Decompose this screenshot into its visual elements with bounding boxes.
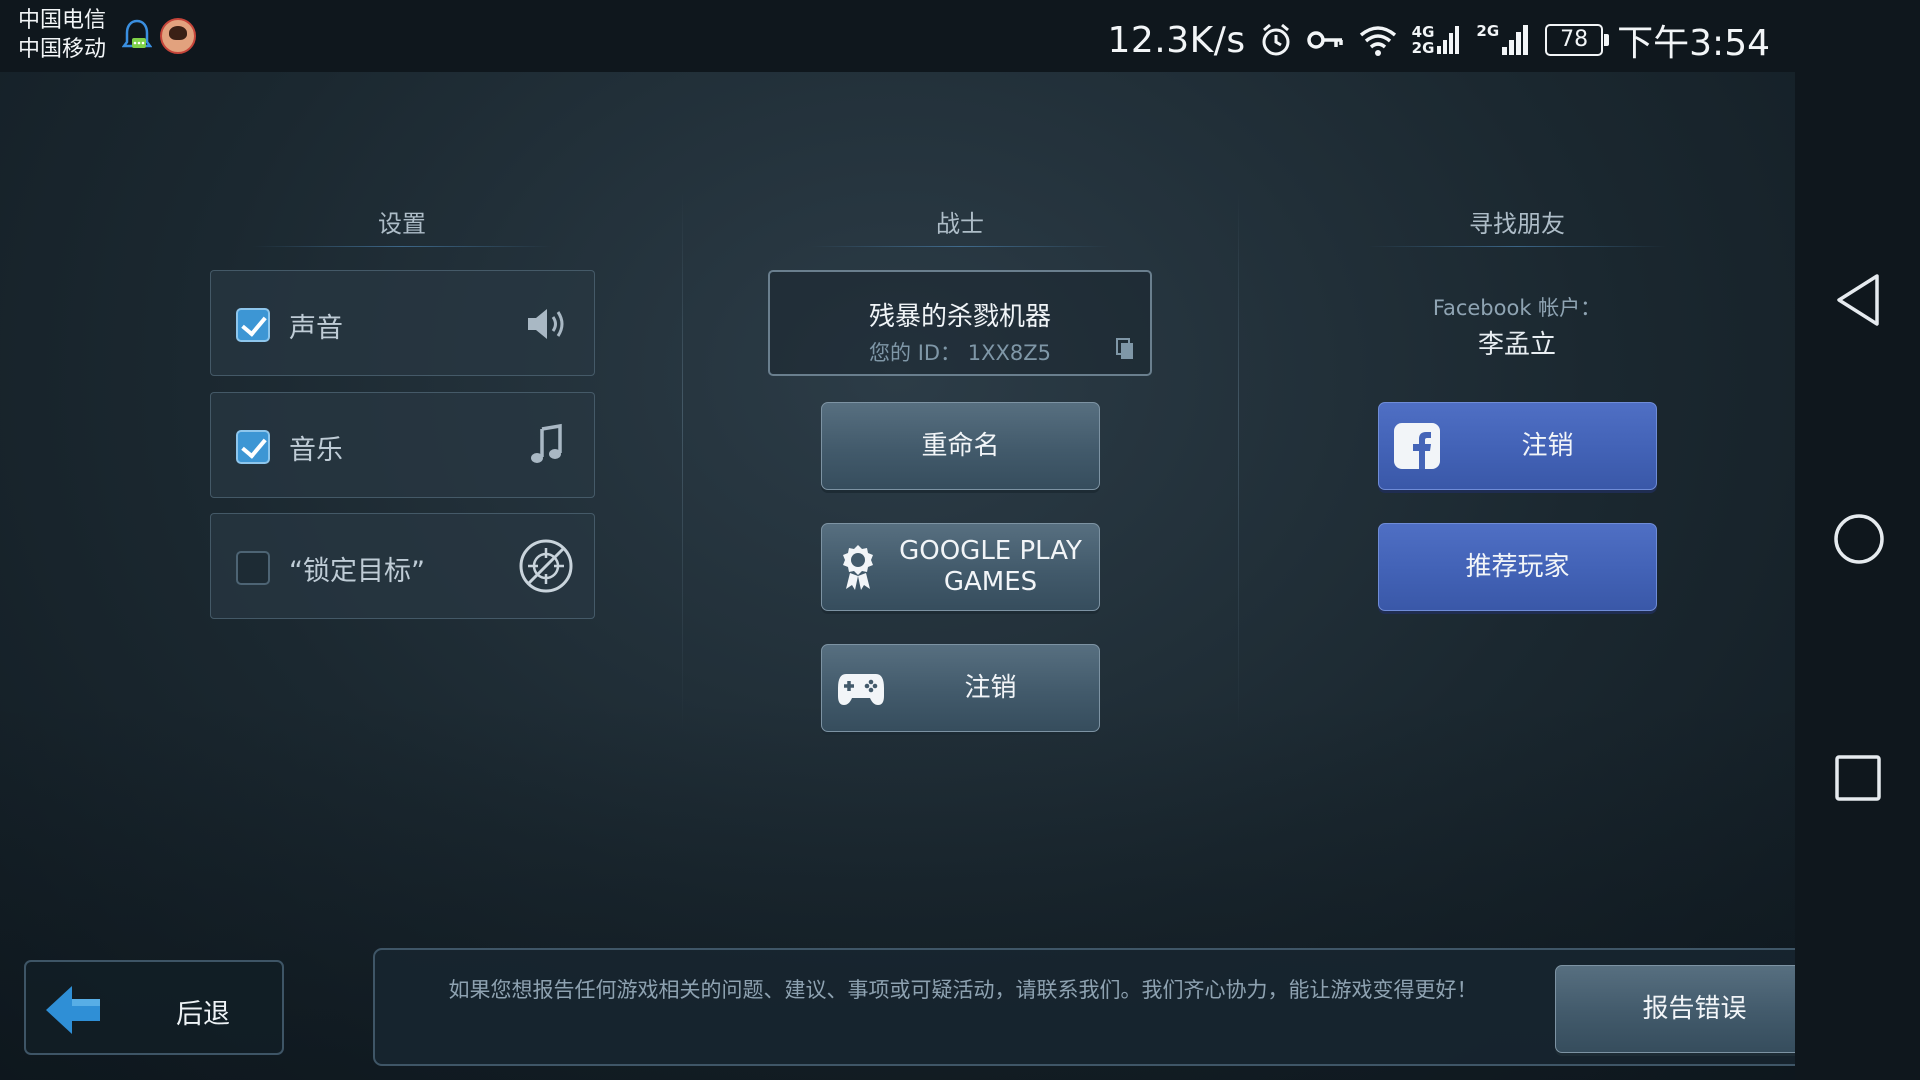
column-divider [682,192,683,732]
music-checkbox[interactable] [236,430,270,464]
player-name-box[interactable]: 残暴的杀戮机器 您的 ID： 1XX8Z5 [768,270,1152,376]
back-button[interactable]: 后退 [24,960,284,1055]
report-description: 如果您想报告任何游戏相关的问题、建议、事项或可疑活动，请联系我们。我们齐心协力，… [448,978,1478,1002]
facebook-logout-button[interactable]: 注销 [1378,402,1657,490]
settings-row-target-lock[interactable]: “锁定目标” [210,513,595,619]
settings-row-music[interactable]: 音乐 [210,392,595,498]
nav-back-icon[interactable] [1833,272,1883,328]
settings-row-sound[interactable]: 声音 [210,270,595,376]
battery-indicator: 78 [1545,24,1610,56]
facebook-account-label: Facebook 帐户： [1432,296,1602,320]
sound-checkbox[interactable] [236,308,270,342]
warrior-title: 战士 [860,204,1060,239]
google-play-line-1: GOOGLE PLAY [899,536,1082,566]
recommend-players-label: 推荐玩家 [1465,551,1570,582]
facebook-icon [1394,423,1440,469]
sound-label: 声音 [289,313,343,344]
column-divider [1238,192,1239,732]
target-lock-label: “锁定目标” [289,556,425,587]
google-play-games-button[interactable]: GOOGLE PLAY GAMES [821,523,1100,611]
vpn-key-icon [1306,31,1343,49]
back-arrow-icon [46,986,100,1034]
target-lock-checkbox[interactable] [236,551,270,585]
facebook-logout-label: 注销 [1521,430,1574,461]
back-label: 后退 [176,999,230,1030]
carrier-2: 中国移动 [18,37,107,62]
net-type-3: 2G [1476,22,1500,40]
recommend-players-button[interactable]: 推荐玩家 [1378,523,1657,611]
google-play-games-label: GOOGLE PLAY GAMES [899,536,1082,598]
nav-recents-icon[interactable] [1833,753,1883,803]
signal-2: 2G [1476,23,1531,57]
rename-label: 重命名 [921,430,1000,461]
find-friends-title: 寻找朋友 [1417,204,1617,239]
speaker-icon [528,309,564,339]
rename-button[interactable]: 重命名 [821,402,1100,490]
no-target-icon [519,539,573,593]
nav-home-icon[interactable] [1833,513,1885,565]
report-error-label: 报告错误 [1642,993,1747,1024]
notification-bell-icon [122,19,152,48]
music-note-icon [531,423,562,463]
game-logout-label: 注销 [964,672,1017,703]
signal-1: 4G 2G [1412,24,1463,56]
achievement-badge-icon [843,545,873,590]
signal-bars-icon [1502,25,1529,55]
game-logout-button[interactable]: 注销 [821,644,1100,732]
facebook-account-name: 李孟立 [1477,330,1556,360]
wifi-icon [1359,26,1396,56]
gamepad-icon [838,674,884,705]
game-settings-screen: 设置 声音 音乐 “锁定目标” 战士 残暴的杀戮机器 您的 ID： 1XX8Z5… [0,72,1795,1080]
net-type-1: 4G [1411,23,1435,41]
alarm-icon [1262,23,1290,56]
player-id: 您的 ID： 1XX8Z5 [869,341,1051,365]
google-play-line-2: GAMES [943,567,1038,597]
avatar-icon [160,18,196,54]
settings-title: 设置 [302,204,502,239]
net-speed: 12.3K/s [1107,19,1246,61]
music-label: 音乐 [289,435,343,466]
report-error-button[interactable]: 报告错误 [1555,965,1834,1053]
status-bar: 中国电信 中国移动 12.3K/s 4G 2G 2G 78 下午3:54 [0,0,1920,72]
net-type-2: 2G [1411,39,1435,57]
clock: 下午3:54 [1617,23,1770,64]
copy-icon[interactable] [1116,338,1134,360]
signal-bars-icon [1437,26,1460,54]
carrier-1: 中国电信 [18,8,107,33]
facebook-account: Facebook 帐户： 李孟立 [1322,292,1712,361]
system-navigation-bar [1795,72,1920,1080]
carrier-names: 中国电信 中国移动 [18,6,106,64]
player-name: 残暴的杀戮机器 [868,302,1051,332]
